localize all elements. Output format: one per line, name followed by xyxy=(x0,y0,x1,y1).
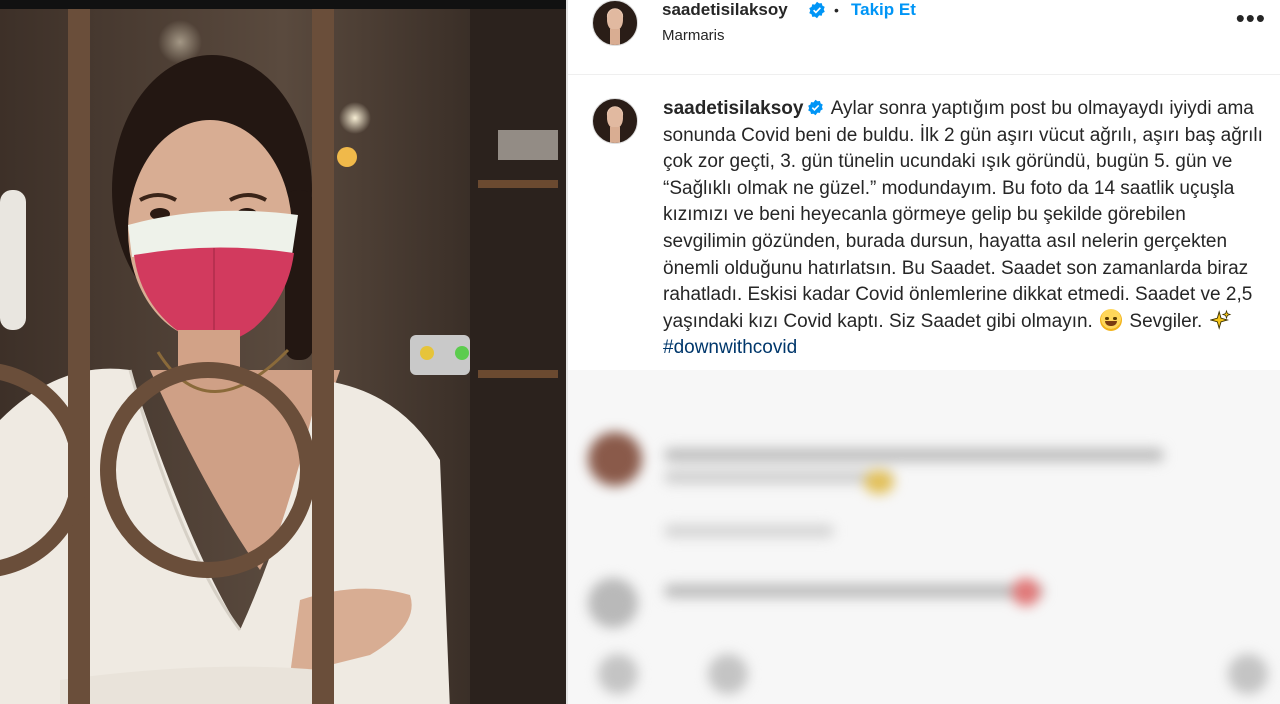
post-caption: saadetisilaksoy Aylar sonra yaptığım pos… xyxy=(663,96,1263,362)
caption-author-avatar[interactable] xyxy=(592,98,638,144)
caption-body: Aylar sonra yaptığım post bu olmayaydı i… xyxy=(663,98,1263,332)
photo-illustration xyxy=(0,9,566,704)
caption-username[interactable]: saadetisilaksoy xyxy=(663,98,803,119)
blurred-comments-section xyxy=(568,370,1280,704)
caption-signoff: Sevgiler. xyxy=(1129,310,1203,332)
header-separator: • xyxy=(834,2,839,18)
sparkles-emoji-icon xyxy=(1209,309,1231,330)
verified-badge-icon xyxy=(809,1,825,19)
grinning-sweat-emoji-icon xyxy=(1100,308,1123,331)
author-avatar[interactable] xyxy=(592,0,638,46)
hashtag-link[interactable]: #downwithcovid xyxy=(663,337,797,358)
post-side-panel: saadetisilaksoy • Takip Et Marmaris ••• … xyxy=(568,0,1280,704)
post-header: saadetisilaksoy • Takip Et Marmaris ••• xyxy=(568,0,1280,75)
follow-button[interactable]: Takip Et xyxy=(851,0,916,20)
caption-verified-badge-icon xyxy=(808,99,824,116)
author-username[interactable]: saadetisilaksoy xyxy=(662,0,788,20)
post-photo[interactable] xyxy=(0,0,566,704)
post-location[interactable]: Marmaris xyxy=(662,27,725,44)
more-options-icon[interactable]: ••• xyxy=(1236,5,1266,31)
